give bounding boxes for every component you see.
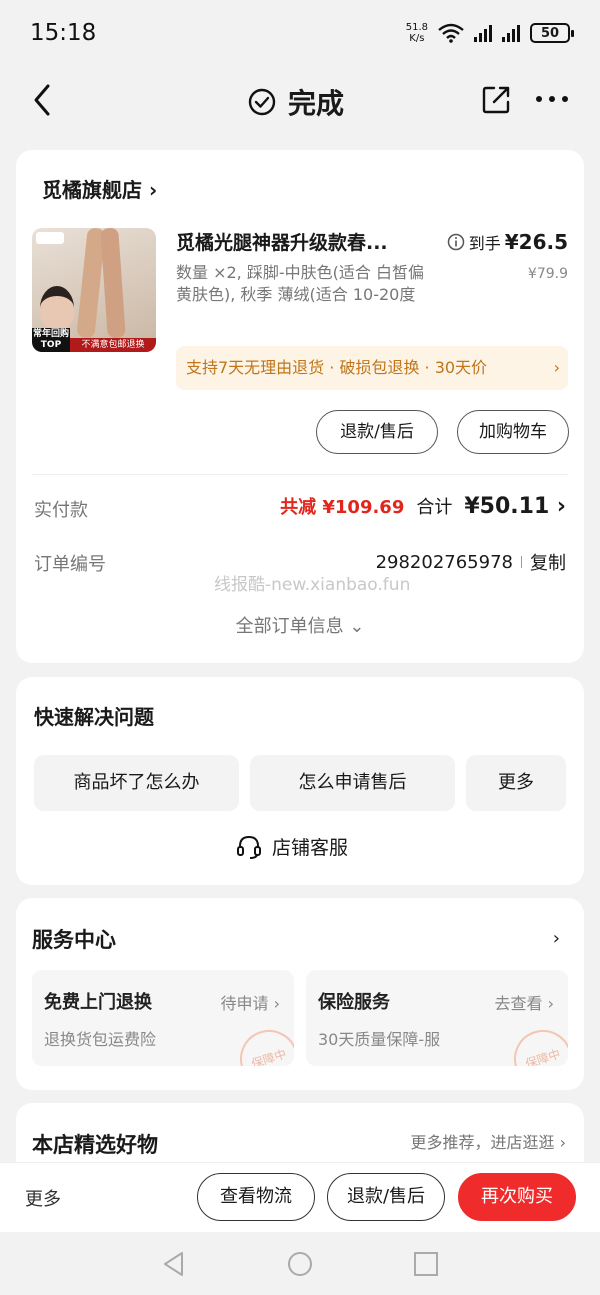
- all-order-info-link[interactable]: 全部订单信息 ⌄: [16, 612, 584, 638]
- product-title[interactable]: 觅橘光腿神器升级款春...: [176, 228, 436, 255]
- nav-home-icon[interactable]: [286, 1250, 314, 1278]
- service-guarantee-bar[interactable]: 支持7天无理由退货 · 破损包退换 · 30天价 ›: [176, 346, 568, 390]
- refund-button[interactable]: 退款/售后: [316, 410, 438, 454]
- back-arrow-icon[interactable]: [28, 82, 58, 118]
- service-center-card: 服务中心 › 免费上门退换 待申请 › 退换货包运费险 保障中 保险服务 去查看…: [16, 898, 584, 1090]
- quick-question-aftersale[interactable]: 怎么申请售后: [250, 755, 455, 811]
- signal-1-icon: [474, 24, 492, 42]
- page-title-text: 完成: [288, 87, 345, 120]
- shop-name-link[interactable]: 觅橘旗舰店 ›: [42, 174, 157, 203]
- paid-label: 实付款: [34, 500, 88, 521]
- bottom-refund-button[interactable]: 退款/售后: [327, 1173, 445, 1221]
- more-recommend-link[interactable]: 更多推荐，进店逛逛 ›: [411, 1129, 567, 1153]
- nav-bar: 完成: [0, 68, 600, 134]
- price-label: 到手: [468, 234, 501, 253]
- more-options-icon[interactable]: [536, 96, 568, 102]
- nav-recents-icon[interactable]: [412, 1250, 440, 1278]
- watermark: 线报酷-new.xianbao.fun: [214, 575, 411, 595]
- product-thumbnail[interactable]: 常年回购 TOP 不满意包邮退换: [32, 228, 156, 352]
- wifi-icon: [438, 23, 464, 43]
- copy-button[interactable]: 复制: [530, 549, 566, 575]
- service-title: 免费上门退换: [44, 992, 152, 1013]
- thumb-badge-red: 不满意包邮退换: [70, 338, 156, 352]
- service-title: 保险服务: [318, 992, 390, 1013]
- customer-service-label: 店铺客服: [272, 837, 349, 859]
- quick-resolve-card: 快速解决问题 商品坏了怎么办 怎么申请售后 更多 店铺客服: [16, 677, 584, 885]
- system-nav-bar: [0, 1232, 600, 1295]
- quick-question-more[interactable]: 更多: [466, 755, 566, 811]
- headset-icon: [237, 835, 261, 859]
- service-desc: 30天质量保障-服: [318, 1030, 441, 1049]
- nav-back-icon[interactable]: [160, 1250, 188, 1278]
- battery-icon: 50: [530, 23, 574, 43]
- service-status: 去查看 ›: [494, 994, 555, 1013]
- service-status: 待申请 ›: [220, 994, 281, 1013]
- page-title: 完成: [248, 82, 344, 122]
- paid-summary[interactable]: 共减 ¥109.69 合计 ¥50.11 ›: [280, 493, 566, 519]
- status-bar: 15:18 51.8 K/s 50: [0, 0, 600, 68]
- price-now-box: 到手 ¥26.5: [447, 230, 568, 254]
- buy-again-button[interactable]: 再次购买: [458, 1173, 576, 1221]
- share-icon[interactable]: [480, 84, 512, 116]
- recommend-title: 本店精选好物: [32, 1133, 158, 1157]
- price-original: ¥79.9: [527, 266, 568, 282]
- separator: [521, 556, 522, 568]
- network-speed: 51.8 K/s: [406, 22, 428, 44]
- signal-2-icon: [502, 24, 520, 42]
- price-now: ¥26.5: [504, 230, 568, 254]
- customer-service-button[interactable]: 店铺客服: [236, 833, 348, 860]
- protected-stamp-icon: 保障中: [506, 1022, 568, 1066]
- brand-logo-icon: [36, 232, 64, 244]
- model-photo: [40, 286, 74, 330]
- info-icon[interactable]: [447, 233, 465, 251]
- order-number-label: 订单编号: [34, 554, 106, 575]
- total-label: 合计: [416, 497, 453, 518]
- speed-unit: K/s: [409, 33, 425, 44]
- service-center-title: 服务中心: [32, 928, 116, 952]
- bottom-action-bar: 更多 查看物流 退款/售后 再次购买: [0, 1162, 600, 1232]
- quick-question-broken[interactable]: 商品坏了怎么办: [34, 755, 239, 811]
- add-to-cart-button[interactable]: 加购物车: [457, 410, 569, 454]
- protected-stamp-icon: 保障中: [232, 1022, 294, 1066]
- check-circle-icon: [248, 88, 276, 116]
- bottom-more-button[interactable]: 更多: [25, 1185, 61, 1211]
- discount-amount: 共减 ¥109.69: [280, 497, 405, 518]
- service-guarantee-text: 支持7天无理由退货 · 破损包退换 · 30天价: [186, 358, 488, 377]
- quick-resolve-title: 快速解决问题: [34, 705, 154, 729]
- service-desc: 退换货包运费险: [44, 1030, 157, 1049]
- speed-value: 51.8: [405, 22, 428, 33]
- status-icons: 51.8 K/s 50: [406, 22, 574, 44]
- total-value: ¥50.11 ›: [464, 494, 566, 519]
- service-insurance[interactable]: 保险服务 去查看 › 30天质量保障-服 保障中: [306, 970, 568, 1066]
- status-time: 15:18: [30, 20, 97, 46]
- service-free-return[interactable]: 免费上门退换 待申请 › 退换货包运费险 保障中: [32, 970, 294, 1066]
- thumb-badge-top: 常年回购 TOP: [32, 328, 70, 352]
- divider: [32, 474, 568, 475]
- chevron-right-icon: ›: [547, 346, 560, 390]
- chevron-right-icon[interactable]: ›: [553, 928, 560, 949]
- product-spec: 数量 ×2, 踩脚-中肤色(适合 白皙偏黄肤色), 秋季 薄绒(适合 10-20…: [176, 263, 424, 304]
- view-logistics-button[interactable]: 查看物流: [197, 1173, 315, 1221]
- order-card: 觅橘旗舰店 › 常年回购 TOP 不满意包邮退换 觅橘光腿神器升级款春... 到…: [16, 150, 584, 663]
